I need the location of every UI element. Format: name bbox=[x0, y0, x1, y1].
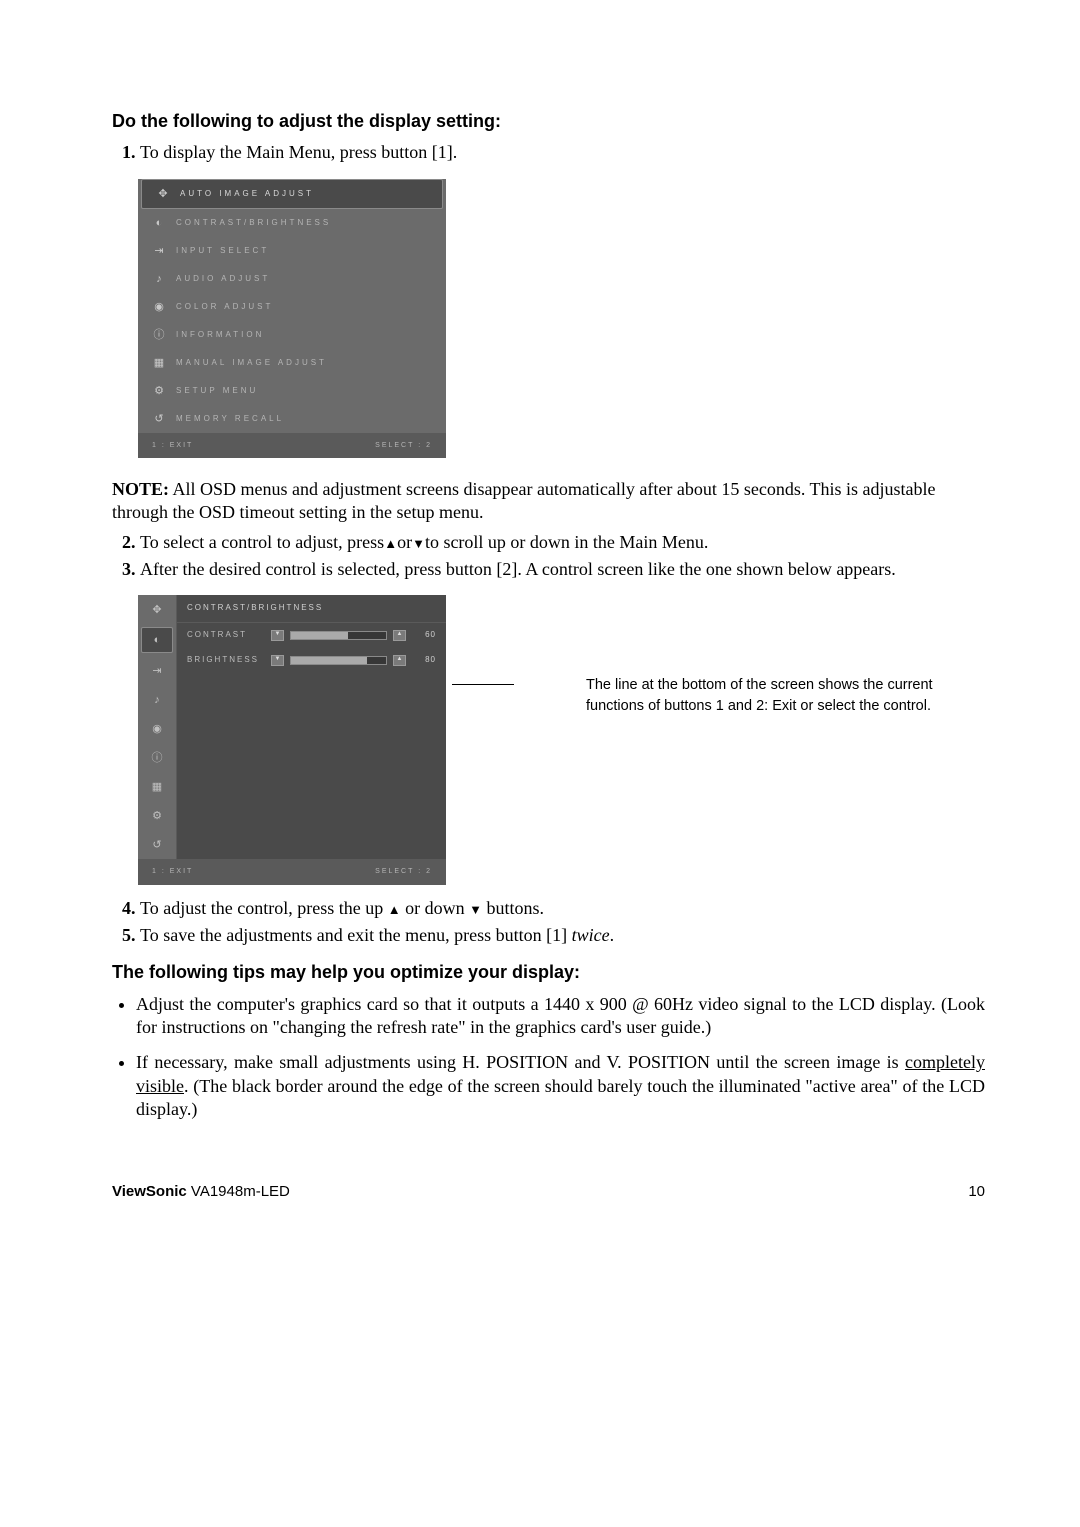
sb-setup-menu-icon[interactable]: ⚙ bbox=[138, 801, 176, 830]
contrast-slider[interactable] bbox=[290, 631, 387, 640]
step-5c: . bbox=[610, 925, 615, 945]
osd-item-auto-image-adjust[interactable]: ✥ AUTO IMAGE ADJUST bbox=[141, 179, 443, 209]
sb-input-select-icon[interactable]: ⇥ bbox=[138, 656, 176, 685]
down-triangle-icon: ▼ bbox=[412, 536, 425, 551]
osd-item-label: MEMORY RECALL bbox=[170, 414, 436, 424]
osd-item-contrast-brightness[interactable]: ◐ CONTRAST/BRIGHTNESS bbox=[138, 209, 446, 237]
osd-item-label: SETUP MENU bbox=[170, 386, 436, 396]
step-5a: To save the adjustments and exit the men… bbox=[140, 925, 572, 945]
step-1: To display the Main Menu, press button [… bbox=[140, 141, 985, 164]
sb-contrast-brightness-icon[interactable]: ◐ bbox=[141, 627, 173, 653]
osd-control-screen-wrapper: ✥ ◐ ⇥ ♪ ◉ ⓘ ▦ ⚙ ↺ CONTRAST/BRIGHTNESS CO… bbox=[138, 595, 985, 884]
footer-model: VA1948m-LED bbox=[187, 1183, 290, 1200]
osd-item-setup-menu[interactable]: ⚙ SETUP MENU bbox=[138, 377, 446, 405]
osd-item-label: INPUT SELECT bbox=[170, 246, 436, 256]
osd-item-color-adjust[interactable]: ◉ COLOR ADJUST bbox=[138, 293, 446, 321]
step-5: To save the adjustments and exit the men… bbox=[140, 924, 985, 947]
note: NOTE: All OSD menus and adjustment scree… bbox=[112, 478, 985, 525]
tip-1: Adjust the computer's graphics card so t… bbox=[136, 993, 985, 1040]
up-triangle-icon: ▲ bbox=[388, 902, 401, 917]
step-2a: To select a control to adjust, press bbox=[140, 532, 384, 552]
memory-recall-icon: ↺ bbox=[148, 412, 170, 426]
osd-footer: 1 : EXIT SELECT : 2 bbox=[138, 433, 446, 458]
osd-item-input-select[interactable]: ⇥ INPUT SELECT bbox=[138, 237, 446, 265]
brightness-value: 80 bbox=[412, 655, 436, 665]
steps-list-2: To select a control to adjust, press▲or▼… bbox=[112, 531, 985, 582]
tip-2a: If necessary, make small adjustments usi… bbox=[136, 1052, 905, 1072]
step-2b: or bbox=[397, 532, 412, 552]
input-select-icon: ⇥ bbox=[148, 244, 170, 258]
sb-audio-adjust-icon[interactable]: ♪ bbox=[138, 685, 176, 714]
steps-list-3: To adjust the control, press the up ▲ or… bbox=[112, 897, 985, 948]
osd-item-information[interactable]: ⓘ INFORMATION bbox=[138, 321, 446, 349]
osd-control-footer: 1 : EXIT SELECT : 2 bbox=[138, 859, 446, 884]
brightness-down-button[interactable]: ▼ bbox=[271, 655, 284, 666]
tip-2b: . (The black border around the edge of t… bbox=[136, 1076, 985, 1119]
sb-manual-image-adjust-icon[interactable]: ▦ bbox=[138, 772, 176, 801]
osd-item-audio-adjust[interactable]: ♪ AUDIO ADJUST bbox=[138, 265, 446, 293]
sb-information-icon[interactable]: ⓘ bbox=[138, 743, 176, 772]
osd-item-label: MANUAL IMAGE ADJUST bbox=[170, 358, 436, 368]
contrast-brightness-icon: ◐ bbox=[148, 216, 170, 230]
osd-main-menu: ✥ AUTO IMAGE ADJUST ◐ CONTRAST/BRIGHTNES… bbox=[138, 179, 446, 458]
step-4a: To adjust the control, press the up bbox=[140, 898, 388, 918]
step-4c: buttons. bbox=[482, 898, 544, 918]
contrast-row[interactable]: CONTRAST ▼ ▲ 60 bbox=[177, 623, 446, 648]
osd-footer-exit: 1 : EXIT bbox=[152, 441, 193, 450]
brightness-row[interactable]: BRIGHTNESS ▼ ▲ 80 bbox=[177, 648, 446, 673]
page-footer: ViewSonic VA1948m-LED 10 bbox=[112, 1182, 985, 1202]
contrast-label: CONTRAST bbox=[187, 630, 265, 640]
step-2c: to scroll up or down in the Main Menu. bbox=[425, 532, 708, 552]
setup-menu-icon: ⚙ bbox=[148, 384, 170, 398]
callout-text: The line at the bottom of the screen sho… bbox=[586, 675, 936, 717]
osd-item-manual-image-adjust[interactable]: ▦ MANUAL IMAGE ADJUST bbox=[138, 349, 446, 377]
information-icon: ⓘ bbox=[148, 328, 170, 342]
osd-control-title: CONTRAST/BRIGHTNESS bbox=[177, 595, 446, 622]
footer-brand: ViewSonic bbox=[112, 1183, 187, 1200]
sb-memory-recall-icon[interactable]: ↺ bbox=[138, 830, 176, 859]
callout-connector bbox=[452, 684, 514, 685]
step-4: To adjust the control, press the up ▲ or… bbox=[140, 897, 985, 920]
contrast-value: 60 bbox=[412, 630, 436, 640]
tips-list: Adjust the computer's graphics card so t… bbox=[112, 993, 985, 1122]
brightness-label: BRIGHTNESS bbox=[187, 655, 265, 665]
color-adjust-icon: ◉ bbox=[148, 300, 170, 314]
up-triangle-icon: ▲ bbox=[384, 536, 397, 551]
brightness-slider[interactable] bbox=[290, 656, 387, 665]
heading-adjust: Do the following to adjust the display s… bbox=[112, 110, 985, 133]
heading-tips: The following tips may help you optimize… bbox=[112, 961, 985, 984]
osd-item-label: AUTO IMAGE ADJUST bbox=[174, 189, 432, 199]
step-2: To select a control to adjust, press▲or▼… bbox=[140, 531, 985, 554]
tip-2: If necessary, make small adjustments usi… bbox=[136, 1051, 985, 1121]
note-label: NOTE: bbox=[112, 479, 169, 499]
note-text: All OSD menus and adjustment screens dis… bbox=[112, 479, 936, 522]
osd-item-memory-recall[interactable]: ↺ MEMORY RECALL bbox=[138, 405, 446, 433]
contrast-up-button[interactable]: ▲ bbox=[393, 630, 406, 641]
down-triangle-icon: ▼ bbox=[469, 902, 482, 917]
osd-item-label: AUDIO ADJUST bbox=[170, 274, 436, 284]
osd-control-footer-exit: 1 : EXIT bbox=[152, 867, 193, 876]
footer-page-number: 10 bbox=[968, 1182, 985, 1202]
manual-image-adjust-icon: ▦ bbox=[148, 356, 170, 370]
step-4b: or down bbox=[401, 898, 470, 918]
step-3: After the desired control is selected, p… bbox=[140, 558, 985, 581]
osd-item-label: CONTRAST/BRIGHTNESS bbox=[170, 218, 436, 228]
osd-control-footer-select: SELECT : 2 bbox=[375, 867, 432, 876]
sb-auto-image-adjust-icon[interactable]: ✥ bbox=[138, 595, 176, 624]
osd-item-label: COLOR ADJUST bbox=[170, 302, 436, 312]
steps-list: To display the Main Menu, press button [… bbox=[112, 141, 985, 164]
osd-sidebar: ✥ ◐ ⇥ ♪ ◉ ⓘ ▦ ⚙ ↺ bbox=[138, 595, 176, 859]
audio-adjust-icon: ♪ bbox=[148, 272, 170, 286]
step-5b: twice bbox=[572, 925, 610, 945]
auto-image-adjust-icon: ✥ bbox=[152, 187, 174, 201]
osd-control-main: CONTRAST/BRIGHTNESS CONTRAST ▼ ▲ 60 BRIG… bbox=[176, 595, 446, 859]
sb-color-adjust-icon[interactable]: ◉ bbox=[138, 714, 176, 743]
brightness-up-button[interactable]: ▲ bbox=[393, 655, 406, 666]
contrast-down-button[interactable]: ▼ bbox=[271, 630, 284, 641]
osd-item-label: INFORMATION bbox=[170, 330, 436, 340]
osd-footer-select: SELECT : 2 bbox=[375, 441, 432, 450]
osd-control-screen: ✥ ◐ ⇥ ♪ ◉ ⓘ ▦ ⚙ ↺ CONTRAST/BRIGHTNESS CO… bbox=[138, 595, 446, 884]
